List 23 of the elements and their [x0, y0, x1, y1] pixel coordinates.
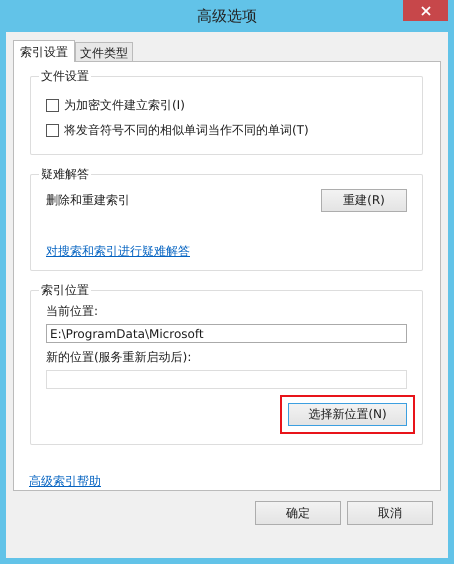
new-location-field[interactable] — [46, 370, 407, 389]
close-icon — [420, 6, 430, 16]
field-label: 新的位置(服务重新启动后): — [46, 349, 192, 366]
close-button[interactable] — [403, 0, 448, 21]
checkbox[interactable] — [46, 99, 59, 112]
tab[interactable]: 文件类型 — [75, 42, 133, 61]
ok-button[interactable]: 确定 — [255, 501, 341, 525]
checkbox-label: 将发音符号不同的相似单词当作不同的单词(T) — [64, 122, 309, 139]
troubleshoot-link[interactable]: 对搜索和索引进行疑难解答 — [46, 243, 190, 260]
rebuild-button[interactable]: 重建(R) — [321, 189, 407, 212]
tab[interactable]: 索引设置 — [13, 40, 75, 62]
checkbox-label: 为加密文件建立索引(I) — [64, 97, 185, 114]
select-location-button[interactable]: 选择新位置(N) — [288, 403, 407, 426]
group-title: 索引位置 — [39, 282, 91, 299]
window-title: 高级选项 — [197, 6, 257, 26]
group-title: 疑难解答 — [39, 166, 91, 183]
field-label: 当前位置: — [46, 303, 100, 320]
checkbox[interactable] — [46, 124, 59, 137]
description-text: 删除和重建索引 — [46, 192, 130, 209]
cancel-button[interactable]: 取消 — [347, 501, 433, 525]
location-field[interactable]: E:\ProgramData\Microsoft — [46, 324, 407, 343]
help-link[interactable]: 高级索引帮助 — [29, 473, 101, 490]
group-title: 文件设置 — [39, 68, 91, 85]
